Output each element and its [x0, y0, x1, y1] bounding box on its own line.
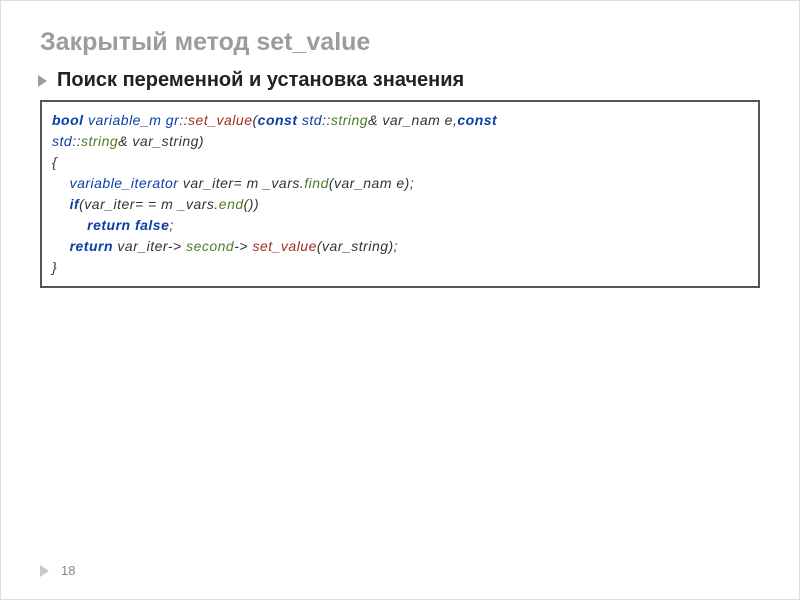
code-text: & var_string) [118, 133, 204, 149]
cls-std-1: std [302, 112, 322, 128]
code-text: (var_iter= = m _vars. [79, 196, 219, 212]
code-text: ; [169, 217, 173, 233]
code-block: bool variable_m gr::set_value(const std:… [40, 100, 760, 288]
fn-set-value: set_value [188, 112, 252, 128]
kw-const-2: const [457, 112, 497, 128]
page-number: 18 [61, 563, 75, 578]
type-string-2: string [81, 133, 118, 149]
footer-arrow-icon [40, 565, 49, 577]
fn-set-value-call: set_value [252, 238, 316, 254]
kw-const-1: const [258, 112, 298, 128]
brace-close: } [52, 259, 57, 275]
kw-bool: bool [52, 112, 84, 128]
code-text: (var_string); [317, 238, 398, 254]
fn-find: find [304, 175, 329, 191]
code-text: var_iter-> [113, 238, 186, 254]
code-text: (var_nam e); [329, 175, 414, 191]
member-second: second [186, 238, 234, 254]
slide-title: Закрытый метод set_value [40, 28, 760, 57]
fn-end: end [219, 196, 244, 212]
cls-std-2: std [52, 133, 72, 149]
code-text: var_iter= m _vars. [183, 175, 304, 191]
kw-return-1: return [87, 217, 130, 233]
code-text: & var_nam e, [368, 112, 457, 128]
bullet-arrow-icon [38, 75, 47, 87]
brace-open: { [52, 154, 57, 170]
footer: 18 [40, 563, 75, 578]
kw-false: false [131, 217, 170, 233]
type-variable-iterator: variable_iterator [70, 175, 179, 191]
code-text: ()) [244, 196, 260, 212]
code-text: -> [234, 238, 252, 254]
cls-variable-mgr: variable_m gr [88, 112, 179, 128]
slide: Закрытый метод set_value Поиск переменно… [0, 0, 800, 600]
subtitle-row: Поиск переменной и установка значения [38, 69, 760, 92]
kw-if: if [70, 196, 80, 212]
slide-subtitle: Поиск переменной и установка значения [57, 69, 464, 92]
kw-return-2: return [70, 238, 113, 254]
type-string-1: string [331, 112, 368, 128]
